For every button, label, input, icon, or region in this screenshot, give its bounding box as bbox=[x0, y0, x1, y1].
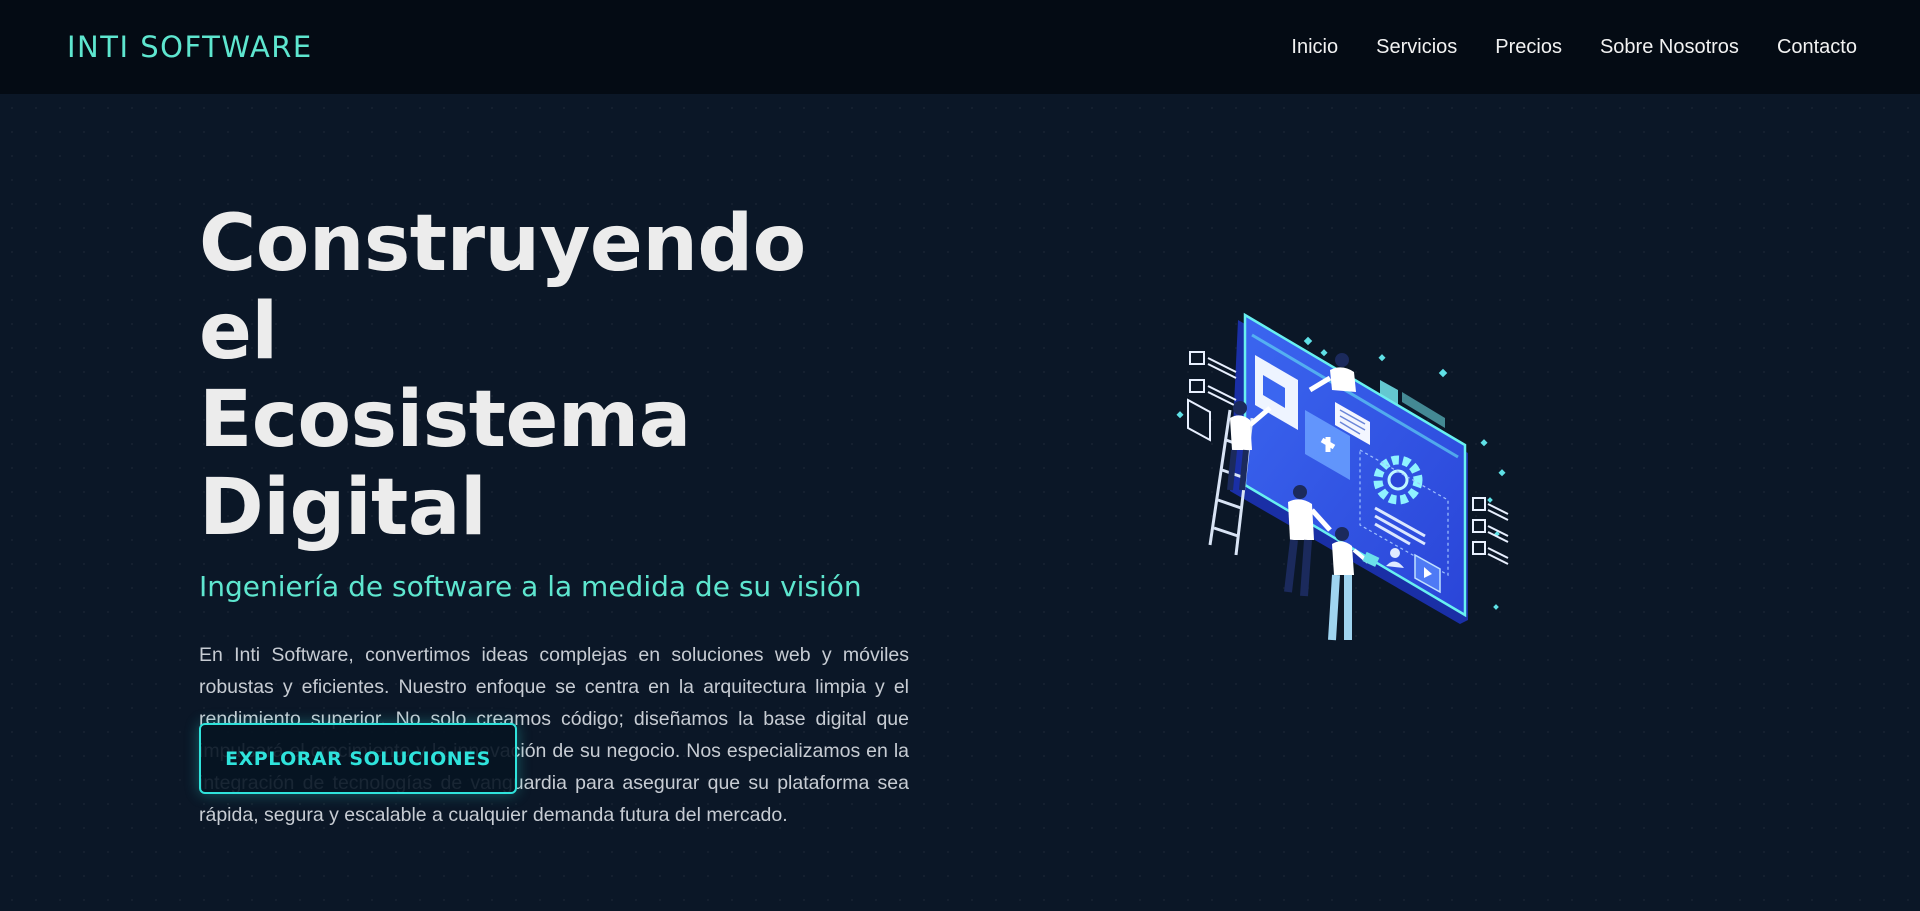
hero-title: Construyendo el Ecosistema Digital bbox=[199, 200, 909, 552]
hero-title-line-1: Construyendo el bbox=[199, 199, 806, 377]
isometric-team-illustration-icon bbox=[1170, 300, 1540, 660]
brand-logo[interactable]: INTI SOFTWARE bbox=[67, 30, 313, 64]
explore-solutions-button[interactable]: EXPLORAR SOLUCIONES bbox=[199, 723, 517, 794]
nav-link-precios[interactable]: Precios bbox=[1495, 36, 1562, 59]
top-navbar: INTI SOFTWARE Inicio Servicios Precios S… bbox=[0, 0, 1920, 94]
nav-link-sobre-nosotros[interactable]: Sobre Nosotros bbox=[1600, 36, 1739, 59]
hero-subtitle: Ingeniería de software a la medida de su… bbox=[199, 570, 862, 603]
nav-links: Inicio Servicios Precios Sobre Nosotros … bbox=[1253, 36, 1857, 59]
nav-link-inicio[interactable]: Inicio bbox=[1291, 36, 1338, 59]
hero-title-line-2: Ecosistema Digital bbox=[199, 375, 691, 553]
nav-link-contacto[interactable]: Contacto bbox=[1777, 36, 1857, 59]
nav-link-servicios[interactable]: Servicios bbox=[1376, 36, 1457, 59]
